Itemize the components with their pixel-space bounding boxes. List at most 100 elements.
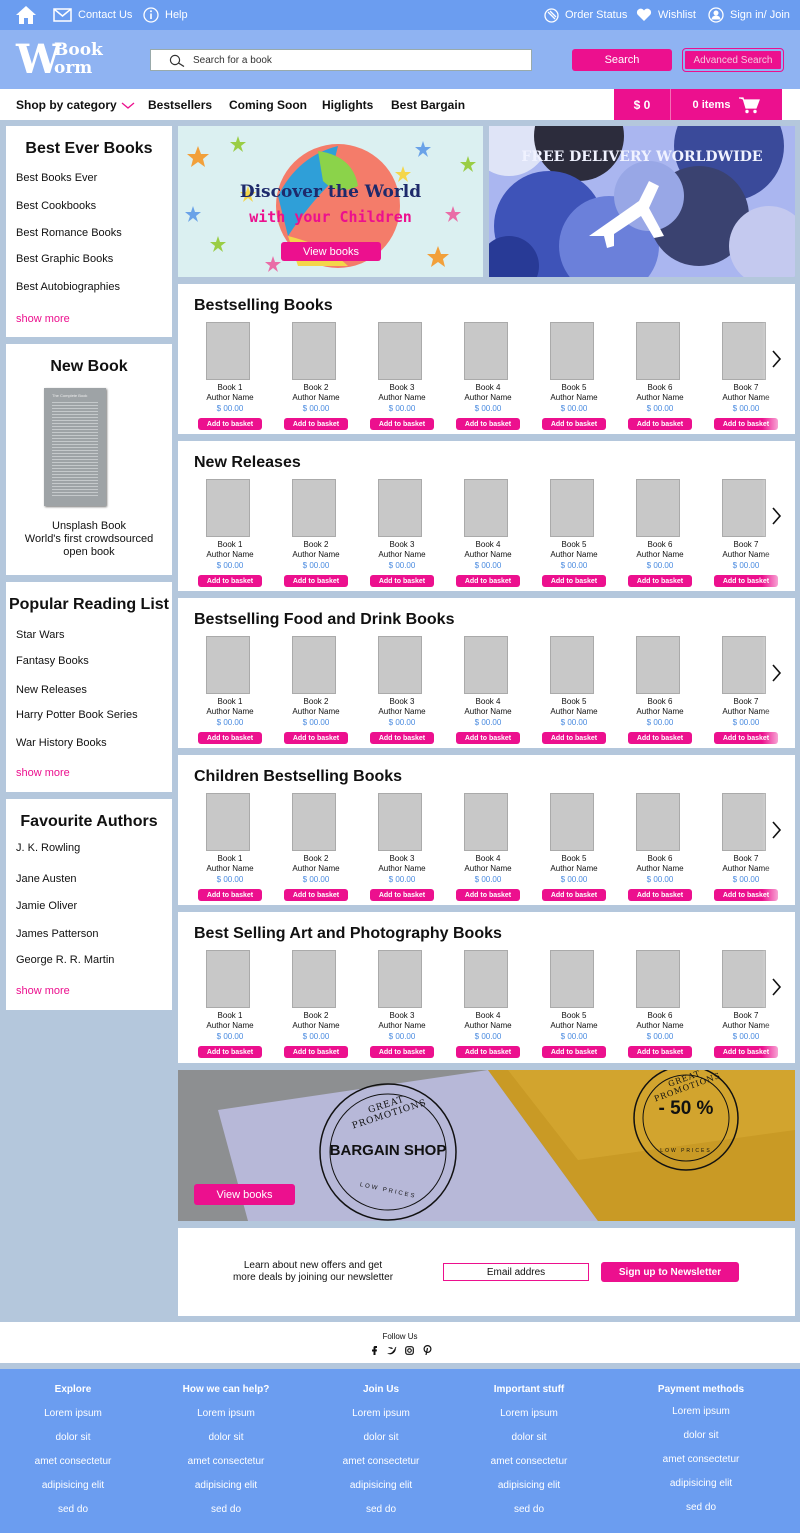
- book-cover[interactable]: [636, 322, 680, 380]
- book-cover[interactable]: [464, 793, 508, 851]
- cart-total-button[interactable]: $ 0: [614, 89, 670, 120]
- search-button[interactable]: Search: [572, 49, 672, 71]
- book-card[interactable]: Book 6 Author Name $ 00.00 Add to basket: [624, 793, 696, 905]
- book-cover[interactable]: [378, 636, 422, 694]
- add-to-basket-button[interactable]: Add to basket: [542, 1046, 606, 1058]
- book-card[interactable]: Book 4 Author Name $ 00.00 Add to basket: [452, 322, 524, 434]
- search-input[interactable]: Search for a book: [150, 49, 532, 71]
- best-ever-item[interactable]: Best Graphic Books: [16, 253, 113, 265]
- book-cover[interactable]: [292, 793, 336, 851]
- footer-link[interactable]: sed do: [311, 1504, 451, 1515]
- add-to-basket-button[interactable]: Add to basket: [456, 418, 520, 430]
- book-cover[interactable]: [206, 950, 250, 1008]
- chevron-right-icon[interactable]: [772, 978, 782, 996]
- book-cover[interactable]: [378, 793, 422, 851]
- book-cover[interactable]: [722, 636, 766, 694]
- newsletter-signup-button[interactable]: Sign up to Newsletter: [601, 1262, 739, 1282]
- book-card[interactable]: Book 1 Author Name $ 00.00 Add to basket: [194, 793, 266, 905]
- add-to-basket-button[interactable]: Add to basket: [198, 1046, 262, 1058]
- add-to-basket-button[interactable]: Add to basket: [456, 732, 520, 744]
- add-to-basket-button[interactable]: Add to basket: [284, 732, 348, 744]
- add-to-basket-button[interactable]: Add to basket: [284, 575, 348, 587]
- add-to-basket-button[interactable]: Add to basket: [456, 575, 520, 587]
- book-cover[interactable]: [292, 950, 336, 1008]
- best-ever-item[interactable]: Best Autobiographies: [16, 281, 120, 293]
- add-to-basket-button[interactable]: Add to basket: [370, 575, 434, 587]
- book-cover[interactable]: [378, 950, 422, 1008]
- book-card[interactable]: Book 4 Author Name $ 00.00 Add to basket: [452, 636, 524, 748]
- best-ever-item[interactable]: Best Romance Books: [16, 227, 122, 239]
- author-item[interactable]: Jamie Oliver: [16, 900, 77, 912]
- book-card[interactable]: Book 2 Author Name $ 00.00 Add to basket: [280, 793, 352, 905]
- book-card[interactable]: Book 5 Author Name $ 00.00 Add to basket: [538, 636, 610, 748]
- book-card[interactable]: Book 3 Author Name $ 00.00 Add to basket: [366, 950, 438, 1062]
- order-status-link[interactable]: Order Status: [544, 0, 627, 30]
- book-cover[interactable]: [206, 793, 250, 851]
- book-cover[interactable]: [550, 322, 594, 380]
- sign-in-link[interactable]: Sign in/ Join: [708, 0, 790, 30]
- book-card[interactable]: Book 1 Author Name $ 00.00 Add to basket: [194, 950, 266, 1062]
- add-to-basket-button[interactable]: Add to basket: [628, 732, 692, 744]
- book-card[interactable]: Book 6 Author Name $ 00.00 Add to basket: [624, 950, 696, 1062]
- footer-link[interactable]: Lorem ipsum: [631, 1406, 771, 1417]
- book-card[interactable]: Book 5 Author Name $ 00.00 Add to basket: [538, 950, 610, 1062]
- book-card[interactable]: Book 2 Author Name $ 00.00 Add to basket: [280, 636, 352, 748]
- book-card[interactable]: Book 1 Author Name $ 00.00 Add to basket: [194, 636, 266, 748]
- chevron-right-icon[interactable]: [772, 350, 782, 368]
- author-item[interactable]: Jane Austen: [16, 873, 77, 885]
- add-to-basket-button[interactable]: Add to basket: [628, 889, 692, 901]
- book-card[interactable]: Book 6 Author Name $ 00.00 Add to basket: [624, 636, 696, 748]
- reading-list-item[interactable]: Harry Potter Book Series: [16, 709, 138, 721]
- reading-list-item[interactable]: Fantasy Books: [16, 655, 89, 667]
- book-card[interactable]: Book 4 Author Name $ 00.00 Add to basket: [452, 793, 524, 905]
- book-card[interactable]: Book 6 Author Name $ 00.00 Add to basket: [624, 479, 696, 591]
- book-cover[interactable]: [722, 322, 766, 380]
- book-cover[interactable]: [636, 636, 680, 694]
- authors-show-more[interactable]: show more: [16, 985, 70, 997]
- add-to-basket-button[interactable]: Add to basket: [542, 889, 606, 901]
- book-cover[interactable]: [292, 322, 336, 380]
- book-card[interactable]: Book 3 Author Name $ 00.00 Add to basket: [366, 793, 438, 905]
- book-card[interactable]: Book 3 Author Name $ 00.00 Add to basket: [366, 322, 438, 434]
- add-to-basket-button[interactable]: Add to basket: [370, 889, 434, 901]
- add-to-basket-button[interactable]: Add to basket: [456, 1046, 520, 1058]
- footer-link[interactable]: amet consectetur: [311, 1456, 451, 1467]
- twitter-icon[interactable]: [386, 1346, 397, 1355]
- advanced-search-button[interactable]: Advanced Search: [682, 48, 784, 72]
- logo[interactable]: W Book orm: [16, 39, 116, 81]
- best-ever-item[interactable]: Best Cookbooks: [16, 200, 96, 212]
- reading-list-item[interactable]: New Releases: [16, 684, 87, 696]
- cart-button[interactable]: 0 items: [670, 89, 782, 120]
- reading-list-item[interactable]: War History Books: [16, 737, 107, 749]
- book-card[interactable]: Book 1 Author Name $ 00.00 Add to basket: [194, 322, 266, 434]
- chevron-right-icon[interactable]: [772, 507, 782, 525]
- add-to-basket-button[interactable]: Add to basket: [542, 418, 606, 430]
- footer-link[interactable]: adipisicing elit: [311, 1480, 451, 1491]
- book-card[interactable]: Book 2 Author Name $ 00.00 Add to basket: [280, 479, 352, 591]
- nav-shop-by-category[interactable]: Shop by category: [16, 89, 135, 120]
- book-cover[interactable]: [550, 479, 594, 537]
- footer-link[interactable]: amet consectetur: [3, 1456, 143, 1467]
- chevron-right-icon[interactable]: [772, 821, 782, 839]
- add-to-basket-button[interactable]: Add to basket: [370, 1046, 434, 1058]
- add-to-basket-button[interactable]: Add to basket: [628, 575, 692, 587]
- book-cover[interactable]: [636, 479, 680, 537]
- footer-link[interactable]: Lorem ipsum: [311, 1408, 451, 1419]
- footer-link[interactable]: sed do: [3, 1504, 143, 1515]
- book-card[interactable]: Book 5 Author Name $ 00.00 Add to basket: [538, 793, 610, 905]
- help-link[interactable]: Help: [143, 0, 188, 30]
- book-cover[interactable]: [464, 950, 508, 1008]
- book-card[interactable]: Book 3 Author Name $ 00.00 Add to basket: [366, 636, 438, 748]
- book-cover[interactable]: [722, 479, 766, 537]
- book-card[interactable]: Book 2 Author Name $ 00.00 Add to basket: [280, 322, 352, 434]
- add-to-basket-button[interactable]: Add to basket: [198, 575, 262, 587]
- book-card[interactable]: Book 4 Author Name $ 00.00 Add to basket: [452, 950, 524, 1062]
- footer-link[interactable]: Lorem ipsum: [156, 1408, 296, 1419]
- add-to-basket-button[interactable]: Add to basket: [542, 732, 606, 744]
- nav-highlights[interactable]: Higlights: [322, 89, 373, 120]
- book-card[interactable]: Book 5 Author Name $ 00.00 Add to basket: [538, 322, 610, 434]
- footer-link[interactable]: dolor sit: [311, 1432, 451, 1443]
- book-cover[interactable]: [636, 950, 680, 1008]
- book-cover[interactable]: [550, 950, 594, 1008]
- pinterest-icon[interactable]: [423, 1345, 432, 1355]
